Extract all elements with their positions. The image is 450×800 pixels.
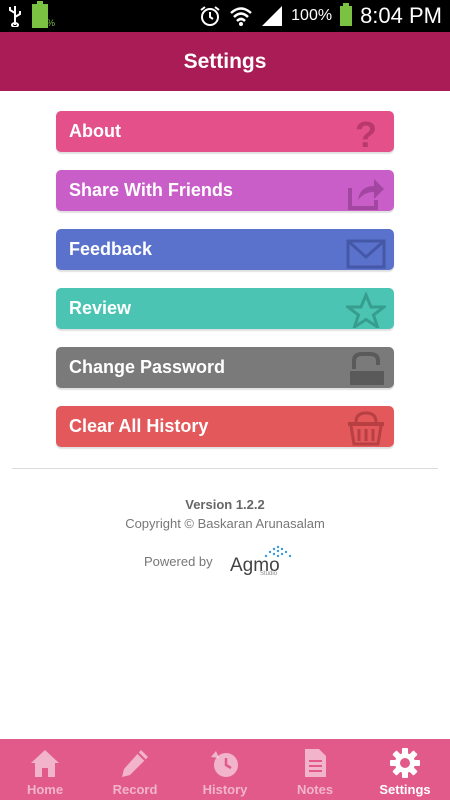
battery-percent: 100%: [291, 7, 333, 24]
nav-settings[interactable]: Settings: [360, 739, 450, 800]
settings-menu: About ? Share With Friends Feedback Revi…: [56, 111, 394, 465]
clock: 8:04 PM: [360, 3, 442, 28]
change-password-button[interactable]: Change Password: [56, 347, 394, 388]
lock-icon: [350, 352, 384, 385]
page-title: Settings: [183, 49, 267, 73]
nav-home-label: Home: [26, 782, 64, 797]
usb-icon: [9, 6, 21, 27]
share-icon: [348, 179, 384, 210]
feedback-label: Feedback: [69, 239, 153, 259]
change-password-label: Change Password: [69, 357, 226, 377]
review-label: Review: [69, 298, 132, 318]
feedback-button[interactable]: Feedback: [56, 229, 394, 270]
battery-small-label: 100%: [32, 18, 56, 28]
bottom-nav: Home Record History Notes Settings: [0, 739, 450, 800]
svg-text:?: ?: [355, 115, 377, 151]
nav-settings-label: Settings: [379, 782, 431, 797]
powered-by-text: Powered by: [144, 554, 213, 569]
nav-history-label: History: [202, 782, 248, 797]
nav-notes[interactable]: Notes: [270, 739, 360, 800]
share-label: Share With Friends: [69, 180, 233, 200]
share-with-friends-button[interactable]: Share With Friends: [56, 170, 394, 211]
question-icon: ?: [355, 115, 377, 151]
alarm-icon: [200, 6, 220, 26]
star-icon: [346, 292, 386, 328]
history-clock-icon: [211, 751, 238, 777]
app-header: Settings: [0, 32, 450, 91]
agmo-logo[interactable]: Agmo Studio: [230, 545, 300, 579]
nav-record[interactable]: Record: [90, 739, 180, 800]
status-bar: 100% 100% 8:04 PM: [0, 0, 450, 32]
nav-home[interactable]: Home: [0, 739, 90, 800]
basket-icon: [348, 411, 384, 446]
divider: [12, 468, 438, 469]
agmo-sub: Studio: [260, 571, 278, 577]
home-icon: [31, 750, 59, 777]
envelope-icon: [346, 239, 386, 269]
signal-icon: [262, 6, 283, 26]
notes-icon: [305, 749, 326, 777]
battery-icon: [340, 3, 353, 26]
gear-icon: [390, 748, 420, 778]
clear-history-label: Clear All History: [69, 416, 209, 436]
about-label: About: [69, 121, 121, 141]
clear-all-history-button[interactable]: Clear All History: [56, 406, 394, 447]
wifi-icon: [230, 7, 252, 26]
nav-history[interactable]: History: [180, 739, 270, 800]
about-button[interactable]: About ?: [56, 111, 394, 152]
version-text: Version 1.2.2: [185, 497, 265, 512]
nav-record-label: Record: [112, 782, 158, 797]
pencil-icon: [122, 750, 148, 777]
nav-notes-label: Notes: [296, 782, 334, 797]
copyright-text: Copyright © Baskaran Arunasalam: [125, 516, 325, 531]
review-button[interactable]: Review: [56, 288, 394, 329]
